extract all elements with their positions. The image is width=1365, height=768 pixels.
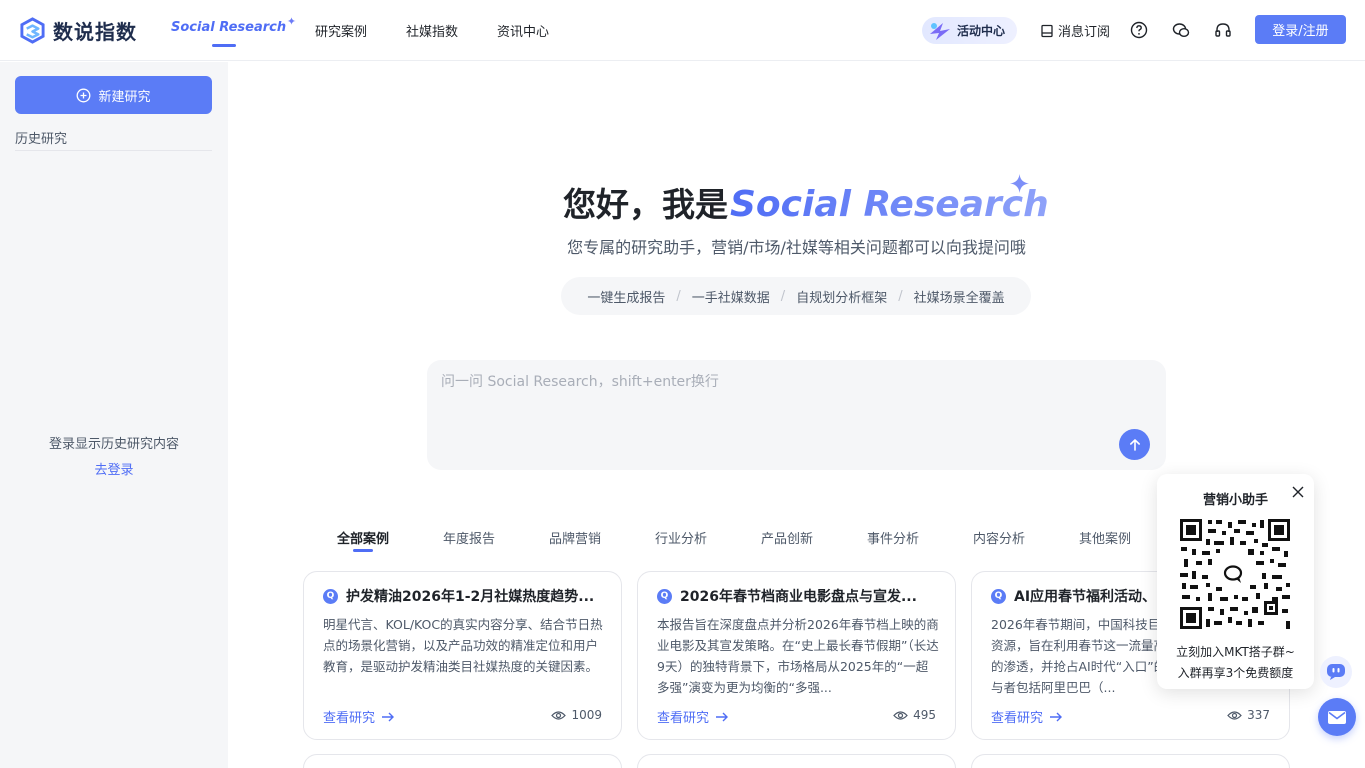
tab-event-analysis[interactable]: 事件分析 [867, 528, 919, 547]
history-title: 历史研究 [15, 132, 68, 147]
eye-icon [893, 710, 908, 720]
subscribe-button[interactable]: 消息订阅 [1040, 21, 1110, 40]
tab-brand-marketing[interactable]: 品牌营销 [549, 528, 601, 547]
feature-tag: 社媒场景全覆盖 [913, 290, 1005, 306]
plus-circle-icon [77, 88, 91, 102]
view-research-label: 查看研究 [991, 711, 1044, 726]
activity-center-label: 活动中心 [957, 24, 1006, 38]
login-register-button[interactable]: 登录/注册 [1255, 15, 1346, 44]
view-count: 1009 [551, 708, 602, 722]
view-count: 337 [1227, 708, 1270, 722]
tab-industry-analysis[interactable]: 行业分析 [655, 528, 707, 547]
marketing-helper-popup: 营销小助手 立刻加入MKT搭子群~ 入群再享3个免费额度 [1157, 474, 1314, 689]
separator: / [780, 288, 786, 304]
case-card[interactable]: Q 2026年春节档商业电影盘点与宣发... 本报告旨在深度盘点并分析2026年… [637, 571, 956, 740]
search-badge-icon: Q [991, 588, 1006, 604]
nav-item-social-index[interactable]: 社媒指数 [406, 21, 458, 40]
hero-product-name: Social Research [730, 184, 1049, 225]
case-card[interactable] [303, 754, 622, 768]
chat-box [427, 360, 1166, 470]
help-icon[interactable] [1130, 21, 1148, 39]
tab-product-innovation[interactable]: 产品创新 [761, 528, 813, 547]
chat-input[interactable] [441, 374, 1121, 390]
feature-tag: 一手社媒数据 [691, 290, 770, 306]
new-research-label: 新建研究 [98, 89, 151, 105]
tab-other-cases[interactable]: 其他案例 [1079, 528, 1131, 547]
feature-tags: 一键生成报告 / 一手社媒数据 / 自规划分析框架 / 社媒场景全覆盖 [561, 277, 1031, 315]
divider [15, 150, 212, 151]
wechat-icon[interactable] [1172, 21, 1190, 39]
tab-content-analysis[interactable]: 内容分析 [973, 528, 1025, 547]
view-research-label: 查看研究 [657, 711, 710, 726]
arrow-right-icon [716, 712, 729, 721]
hero-greeting: 您好，我是 [563, 185, 728, 224]
view-count-value: 1009 [571, 708, 602, 722]
chatbot-icon [1327, 664, 1345, 680]
send-button[interactable] [1119, 429, 1150, 460]
go-login-link[interactable]: 去登录 [0, 459, 228, 478]
card-title-text: 2026年春节档商业电影盘点与宣发... [680, 589, 917, 605]
tab-annual-report[interactable]: 年度报告 [443, 528, 495, 547]
tab-active-indicator [353, 549, 373, 552]
hero-subtitle: 您专属的研究助手，营销/市场/社媒等相关问题都可以向我提问哦 [567, 238, 1026, 257]
case-card[interactable] [971, 754, 1290, 768]
nav-active-indicator [212, 44, 236, 47]
login-hint: 登录显示历史研究内容 [48, 437, 179, 452]
sidebar: 新建研究 历史研究 登录显示历史研究内容 去登录 [0, 62, 228, 768]
nav-social-research-label: Social Research [171, 20, 287, 35]
card-title: Q 2026年春节档商业电影盘点与宣发... [657, 586, 939, 606]
close-icon[interactable] [1291, 485, 1305, 499]
arrow-right-icon [382, 712, 395, 721]
tab-all-cases[interactable]: 全部案例 [337, 528, 389, 547]
feature-tag: 一键生成报告 [587, 290, 666, 306]
card-title: Q 护发精油2026年1-2月社媒热度趋势... [323, 586, 605, 606]
logo-text: 数说指数 [53, 20, 137, 44]
hero-heading: 您好，我是 Social Research [563, 178, 1049, 226]
separator: / [676, 288, 681, 304]
view-research-link[interactable]: 查看研究 [991, 707, 1063, 726]
case-card[interactable] [637, 754, 956, 768]
arrow-right-icon [1050, 712, 1063, 721]
view-research-link[interactable]: 查看研究 [657, 707, 729, 726]
activity-center-button[interactable]: 活动中心 [922, 17, 1017, 44]
sparkle-icon [1010, 174, 1029, 193]
card-description: 明星代言、KOL/KOC的真实内容分享、结合节日热点的场景化营销，以及产品功效的… [323, 617, 603, 674]
feature-tag: 自规划分析框架 [796, 290, 888, 306]
subscribe-label: 消息订阅 [1058, 25, 1111, 40]
view-research-link[interactable]: 查看研究 [323, 707, 395, 726]
case-card[interactable]: Q 护发精油2026年1-2月社媒热度趋势... 明星代言、KOL/KOC的真实… [303, 571, 622, 740]
float-mail-button[interactable] [1318, 698, 1356, 736]
nav-item-news[interactable]: 资讯中心 [497, 21, 549, 40]
qr-code-icon [1178, 517, 1292, 631]
new-research-button[interactable]: 新建研究 [15, 76, 212, 114]
nav-social-research[interactable]: Social Research ✦ [171, 15, 296, 35]
search-badge-icon: Q [323, 588, 338, 604]
search-badge-icon: Q [657, 588, 672, 604]
separator: / [898, 288, 903, 304]
float-chatbot-button[interactable] [1320, 656, 1352, 688]
card-title-text: 护发精油2026年1-2月社媒热度趋势... [346, 589, 595, 605]
logo-icon [20, 17, 45, 44]
helper-line-2: 入群再享3个免费额度 [1177, 666, 1294, 680]
logo[interactable]: 数说指数 [19, 16, 137, 45]
nav-item-cases[interactable]: 研究案例 [315, 21, 367, 40]
eye-icon [551, 710, 567, 720]
eye-icon [1227, 710, 1242, 720]
card-description: 本报告旨在深度盘点并分析2026年春节档上映的商业电影及其宣发策略。在“史上最长… [657, 617, 939, 695]
card-title-text: AI应用春节福利活动、 [1014, 589, 1157, 605]
mail-icon [1328, 710, 1346, 724]
subscribe-icon [1041, 24, 1053, 37]
arrow-up-icon [1129, 438, 1140, 451]
view-count: 495 [893, 708, 936, 722]
sparkle-icon: ✦ [286, 15, 297, 28]
top-header: 数说指数 Social Research ✦ 研究案例 社媒指数 资讯中心 活动… [0, 0, 1365, 61]
view-count-value: 337 [1247, 708, 1270, 722]
helper-line-1: 立刻加入MKT搭子群~ [1176, 645, 1295, 659]
activity-icon [930, 22, 950, 40]
headset-icon[interactable] [1214, 21, 1232, 39]
view-count-value: 495 [913, 708, 936, 722]
view-research-label: 查看研究 [323, 711, 376, 726]
